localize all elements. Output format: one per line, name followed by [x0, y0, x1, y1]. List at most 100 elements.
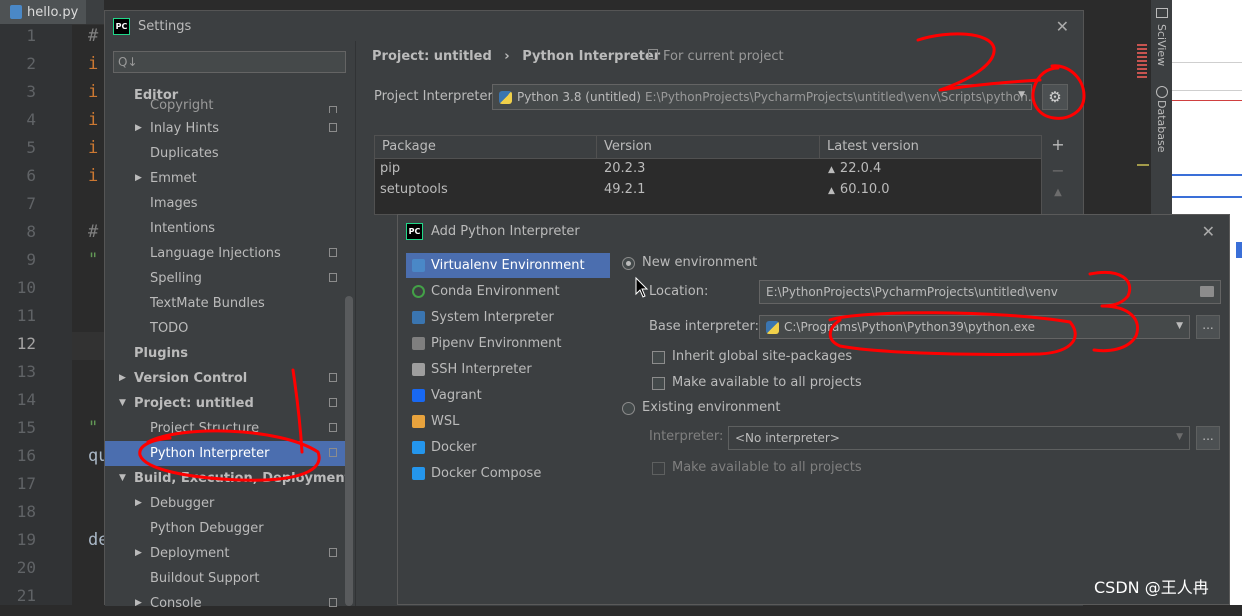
environment-type-item[interactable]: Vagrant	[406, 383, 610, 408]
chevron-right-icon[interactable]: ▶	[135, 591, 142, 616]
base-interpreter-select[interactable]: C:\Programs\Python\Python39\python.exe ▼	[759, 315, 1190, 339]
environment-icon	[412, 467, 425, 480]
package-cell-text: 60.10.0	[839, 182, 890, 197]
settings-tree-item[interactable]: Spelling	[105, 266, 353, 291]
sciview-icon[interactable]	[1156, 8, 1168, 18]
location-input[interactable]: E:\PythonProjects\PycharmProjects\untitl…	[759, 280, 1221, 304]
new-environment-radio[interactable]	[622, 257, 635, 270]
new-environment-label[interactable]: New environment	[642, 255, 757, 270]
environment-type-item[interactable]: Docker Compose	[406, 461, 610, 486]
upgrade-package-icon[interactable]: ▲	[1048, 187, 1068, 213]
environment-type-item[interactable]: Conda Environment	[406, 279, 610, 304]
sciview-tool-label[interactable]: SciView	[1155, 24, 1168, 66]
package-cell-package[interactable]: pip	[377, 159, 400, 179]
settings-tree-item[interactable]: ▼ Project: untitled	[105, 391, 353, 416]
close-icon[interactable]: ✕	[1056, 17, 1069, 36]
error-stripe-marks	[1137, 44, 1147, 80]
existing-make-available-checkbox[interactable]	[652, 462, 665, 475]
chevron-down-icon[interactable]: ▼	[119, 466, 126, 491]
environment-type-item[interactable]: SSH Interpreter	[406, 357, 610, 382]
for-current-project-label: For current project	[663, 49, 784, 64]
remove-package-icon[interactable]: −	[1048, 161, 1068, 187]
inherit-site-packages-label[interactable]: Inherit global site-packages	[672, 349, 852, 364]
settings-tree-item[interactable]: TextMate Bundles	[105, 291, 353, 316]
settings-tree-item-label: Python Interpreter	[150, 446, 270, 461]
make-available-label[interactable]: Make available to all projects	[672, 375, 862, 390]
package-cell-latest[interactable]: ▲ 60.10.0	[825, 180, 890, 200]
chevron-right-icon[interactable]: ▶	[119, 366, 126, 391]
settings-tree-item[interactable]: ▶ Emmet	[105, 166, 353, 191]
existing-interpreter-select[interactable]: <No interpreter> ▼	[728, 426, 1190, 450]
line-number: 15	[16, 418, 36, 437]
column-version[interactable]: Version	[597, 136, 820, 158]
chevron-right-icon[interactable]: ▶	[135, 166, 142, 191]
settings-tree-item[interactable]: Language Injections	[105, 241, 353, 266]
settings-tree-item[interactable]: Copyright	[105, 99, 353, 113]
gear-icon[interactable]: ⚙	[1042, 84, 1068, 110]
folder-icon[interactable]	[1200, 286, 1214, 297]
database-tool-label[interactable]: Database	[1155, 100, 1168, 153]
environment-type-item[interactable]: Docker	[406, 435, 610, 460]
package-cell-version[interactable]: 20.2.3	[601, 159, 645, 179]
existing-environment-label[interactable]: Existing environment	[642, 400, 780, 415]
package-cell-version[interactable]: 49.2.1	[601, 180, 645, 200]
environment-label: Pipenv Environment	[431, 336, 562, 351]
chevron-right-icon[interactable]: ▶	[135, 491, 142, 516]
environment-type-item[interactable]: System Interpreter	[406, 305, 610, 330]
package-cell-latest[interactable]: ▲ 22.0.4	[825, 159, 881, 179]
browse-base-interpreter-button[interactable]: ...	[1196, 315, 1220, 339]
project-level-icon	[329, 548, 337, 557]
tree-scrollbar[interactable]	[345, 296, 353, 606]
close-icon[interactable]: ✕	[1202, 222, 1215, 241]
environment-type-item[interactable]: Pipenv Environment	[406, 331, 610, 356]
existing-make-available-label[interactable]: Make available to all projects	[672, 460, 862, 475]
code-fragment: i	[88, 54, 99, 74]
settings-tree-item-label: Build, Execution, Deployment	[134, 471, 351, 486]
settings-tree-item[interactable]: Python Interpreter	[105, 441, 353, 466]
settings-tree-item-label: Spelling	[150, 271, 202, 286]
settings-tree-item[interactable]: ▶ Version Control	[105, 366, 353, 391]
settings-tree-item[interactable]: ▼ Build, Execution, Deployment	[105, 466, 353, 491]
settings-search-input[interactable]: Q↓	[113, 51, 346, 73]
environment-type-item[interactable]: WSL	[406, 409, 610, 434]
project-level-icon	[329, 248, 337, 257]
settings-tree-item[interactable]: Python Debugger	[105, 516, 353, 541]
settings-tree-item[interactable]: Plugins	[105, 341, 353, 366]
settings-tree-item[interactable]: Duplicates	[105, 141, 353, 166]
settings-tree-item[interactable]: Buildout Support	[105, 566, 353, 591]
chevron-right-icon[interactable]: ▶	[135, 116, 142, 141]
settings-tree-item[interactable]: ▶ Debugger	[105, 491, 353, 516]
settings-tree-item[interactable]: ▶ Console	[105, 591, 353, 616]
interpreter-label: Interpreter:	[649, 429, 724, 444]
environment-icon	[412, 363, 425, 376]
settings-tree-item[interactable]: ▶ Deployment	[105, 541, 353, 566]
chevron-right-icon[interactable]: ▶	[135, 541, 142, 566]
package-cell-package[interactable]: setuptools	[377, 180, 448, 200]
browse-existing-interpreter-button[interactable]: ...	[1196, 426, 1220, 450]
code-fragment: i	[88, 110, 99, 130]
warning-stripe-mark	[1137, 164, 1149, 166]
column-package[interactable]: Package	[375, 136, 597, 158]
breadcrumb-project[interactable]: Project: untitled	[372, 49, 492, 64]
settings-tree-item[interactable]: Images	[105, 191, 353, 216]
interpreter-path: E:\PythonProjects\PycharmProjects\untitl…	[644, 90, 1032, 104]
make-available-checkbox[interactable]	[652, 377, 665, 390]
settings-tree-item-label: Console	[150, 596, 202, 611]
interpreter-name: Python 3.8 (untitled)	[517, 90, 641, 104]
inherit-site-packages-checkbox[interactable]	[652, 351, 665, 364]
settings-tree-item[interactable]: Intentions	[105, 216, 353, 241]
settings-tree-item[interactable]: TODO	[105, 316, 353, 341]
code-fragment: "	[88, 418, 99, 438]
column-latest-version[interactable]: Latest version	[820, 136, 1041, 158]
chevron-down-icon[interactable]: ▼	[119, 391, 126, 416]
existing-environment-radio[interactable]	[622, 402, 635, 415]
database-icon[interactable]	[1156, 86, 1168, 98]
settings-tree-item[interactable]: ▶ Inlay Hints	[105, 116, 353, 141]
search-icon: Q↓	[118, 55, 138, 69]
editor-tab-hello-py[interactable]: hello.py	[0, 0, 86, 24]
line-number: 10	[16, 278, 36, 297]
project-interpreter-select[interactable]: Python 3.8 (untitled) E:\PythonProjects\…	[492, 84, 1032, 110]
environment-type-item[interactable]: Virtualenv Environment	[406, 253, 610, 278]
settings-tree-item[interactable]: Project Structure	[105, 416, 353, 441]
add-package-icon[interactable]: +	[1048, 135, 1068, 161]
